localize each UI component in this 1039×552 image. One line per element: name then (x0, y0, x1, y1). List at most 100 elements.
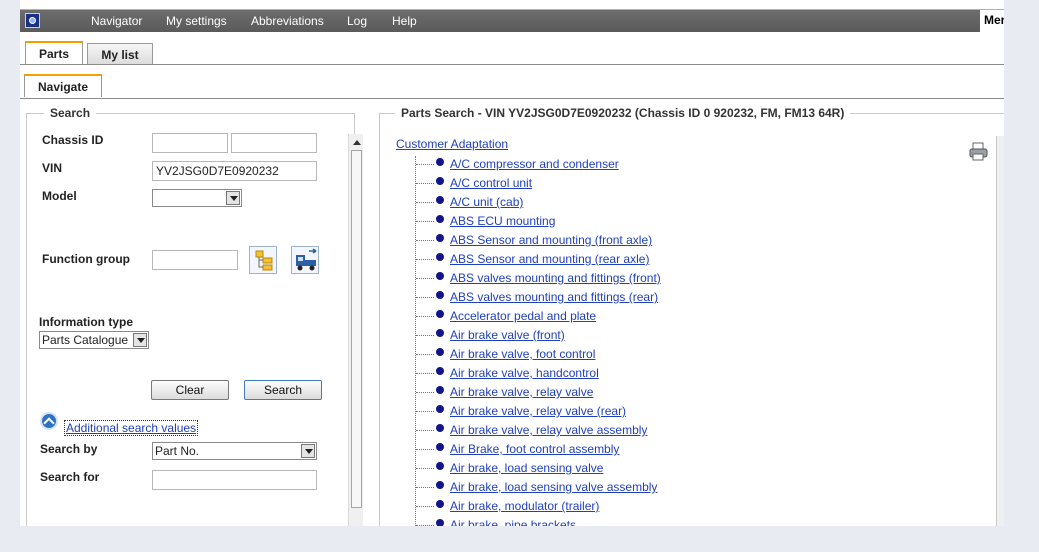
tree-item-link[interactable]: Air brake valve, relay valve assembly (450, 423, 647, 437)
tree-item-link[interactable]: A/C control unit (450, 176, 532, 190)
tree-item[interactable]: Air brake, load sensing valve (415, 459, 935, 478)
tree-item[interactable]: ABS ECU mounting (415, 212, 935, 231)
tree-item[interactable]: A/C compressor and condenser (415, 155, 935, 174)
tree-item[interactable]: Air Brake, foot control assembly (415, 440, 935, 459)
tree-item-link[interactable]: Air brake valve, relay valve (450, 385, 593, 399)
clear-button[interactable]: Clear (151, 380, 229, 400)
tree-branch-line (416, 221, 434, 222)
tree-branch-line (416, 164, 434, 165)
bullet-icon (436, 310, 444, 318)
tree-root-customer-adaptation[interactable]: Customer Adaptation (396, 137, 508, 151)
tree-item-link[interactable]: ABS valves mounting and fittings (rear) (450, 290, 658, 304)
information-type-label: Information type (39, 315, 134, 329)
chevron-down-icon[interactable] (301, 444, 315, 458)
tree-item-link[interactable]: Air brake, modulator (trailer) (450, 499, 599, 513)
scrollbar-thumb[interactable] (351, 150, 362, 508)
tree-item[interactable]: Air brake, pipe brackets (415, 516, 935, 526)
tree-item[interactable]: Air brake valve (front) (415, 326, 935, 345)
search-button[interactable]: Search (244, 380, 322, 400)
tree-branch-line (416, 259, 434, 260)
tab-parts[interactable]: Parts (25, 41, 83, 64)
bullet-icon (436, 215, 444, 223)
tree-item-link[interactable]: ABS valves mounting and fittings (front) (450, 271, 661, 285)
tree-item[interactable]: Air brake valve, handcontrol (415, 364, 935, 383)
menu-item-log[interactable]: Log (347, 14, 367, 28)
information-type-select[interactable]: Parts Catalogue (39, 331, 149, 349)
tree-item-link[interactable]: Air Brake, foot control assembly (450, 442, 619, 456)
model-select[interactable] (152, 189, 242, 207)
collapse-up-icon[interactable] (40, 412, 58, 430)
tree-item-link[interactable]: A/C compressor and condenser (450, 157, 619, 171)
menu-item-navigator[interactable]: Navigator (91, 14, 142, 28)
tree-item[interactable]: ABS Sensor and mounting (front axle) (415, 231, 935, 250)
menu-item-help[interactable]: Help (392, 14, 417, 28)
tree-branch-line (416, 525, 434, 526)
tree-item[interactable]: ABS Sensor and mounting (rear axle) (415, 250, 935, 269)
tree-item-link[interactable]: Air brake valve, handcontrol (450, 366, 599, 380)
tree-item-link[interactable]: Air brake valve, relay valve (rear) (450, 404, 626, 418)
tree-item[interactable]: A/C control unit (415, 174, 935, 193)
tree-item-link[interactable]: ABS Sensor and mounting (front axle) (450, 233, 652, 247)
model-label: Model (42, 189, 77, 203)
tree-item[interactable]: ABS valves mounting and fittings (front) (415, 269, 935, 288)
bullet-icon (436, 367, 444, 375)
tab-navigate[interactable]: Navigate (24, 74, 102, 97)
printer-icon[interactable] (968, 141, 990, 163)
search-for-input[interactable] (152, 470, 317, 490)
bullet-icon (436, 386, 444, 394)
tree-branch-line (416, 430, 434, 431)
tree-item[interactable]: Air brake valve, relay valve assembly (415, 421, 935, 440)
tree-item-link[interactable]: ABS Sensor and mounting (rear axle) (450, 252, 649, 266)
bullet-icon (436, 424, 444, 432)
vin-label: VIN (42, 161, 63, 175)
additional-search-values-link[interactable]: Additional search values (64, 420, 199, 436)
chassis-id-number-input[interactable] (231, 133, 317, 153)
menu-item-my-settings[interactable]: My settings (166, 14, 227, 28)
tree-item-link[interactable]: ABS ECU mounting (450, 214, 555, 228)
folder-tree-icon (255, 250, 273, 271)
menu-item-abbreviations[interactable]: Abbreviations (251, 14, 324, 28)
app-window: Navigator My settings Abbreviations Log … (20, 0, 1004, 526)
tree-branch-line (416, 411, 434, 412)
results-panel-scrollbar[interactable] (996, 136, 1004, 526)
tree-item-link[interactable]: Air brake, pipe brackets (450, 518, 576, 526)
tree-branch-line (416, 278, 434, 279)
tree-item[interactable]: A/C unit (cab) (415, 193, 935, 212)
bullet-icon (436, 405, 444, 413)
search-for-label: Search for (40, 470, 100, 484)
function-group-tree-button[interactable] (249, 246, 277, 274)
app-logo-icon[interactable] (25, 13, 40, 28)
search-by-select[interactable]: Part No. (152, 442, 317, 460)
menu-item-overflow[interactable]: Mer (980, 10, 1004, 32)
chevron-down-icon[interactable] (133, 333, 147, 347)
vehicle-picture-button[interactable] (291, 246, 319, 274)
truck-icon (296, 248, 317, 271)
tree-item[interactable]: Air brake valve, foot control (415, 345, 935, 364)
chassis-id-series-input[interactable] (152, 133, 228, 153)
tab-my-list[interactable]: My list (87, 43, 153, 64)
tree-item-link[interactable]: Air brake, load sensing valve (450, 461, 603, 475)
function-group-input[interactable] (152, 250, 238, 270)
search-by-label: Search by (40, 442, 98, 456)
tree-item-link[interactable]: Air brake valve (front) (450, 328, 565, 342)
tree-item[interactable]: Accelerator pedal and plate (415, 307, 935, 326)
tree-item[interactable]: Air brake valve, relay valve (rear) (415, 402, 935, 421)
tree-item-link[interactable]: Air brake, load sensing valve assembly (450, 480, 657, 494)
tree-item-link[interactable]: Accelerator pedal and plate (450, 309, 596, 323)
tree-item-link[interactable]: Air brake valve, foot control (450, 347, 595, 361)
chevron-down-icon[interactable] (226, 191, 240, 205)
sub-tab-bar: Navigate (20, 65, 1004, 99)
tree-branch-line (416, 373, 434, 374)
scroll-up-icon[interactable] (349, 134, 364, 149)
parts-tree: Customer Adaptation A/C compressor and c… (395, 136, 955, 526)
menu-bar: Navigator My settings Abbreviations Log … (20, 10, 1004, 32)
search-panel-scrollbar[interactable] (348, 134, 363, 526)
tree-item[interactable]: Air brake, modulator (trailer) (415, 497, 935, 516)
tree-item[interactable]: ABS valves mounting and fittings (rear) (415, 288, 935, 307)
tree-item-link[interactable]: A/C unit (cab) (450, 195, 523, 209)
bullet-icon (436, 272, 444, 280)
tree-branch-line (416, 449, 434, 450)
tree-item[interactable]: Air brake valve, relay valve (415, 383, 935, 402)
vin-input[interactable]: YV2JSG0D7E0920232 (152, 161, 317, 181)
tree-item[interactable]: Air brake, load sensing valve assembly (415, 478, 935, 497)
